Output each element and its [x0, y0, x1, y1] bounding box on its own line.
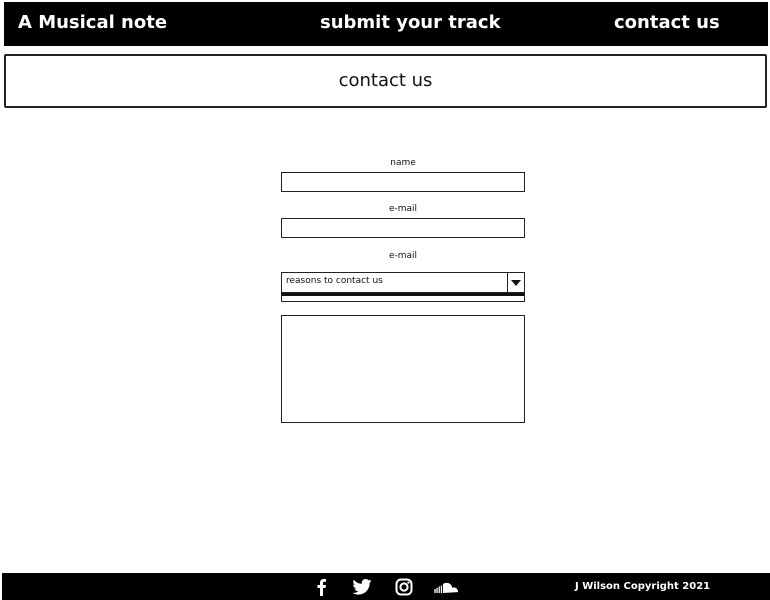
- email-field[interactable]: [281, 218, 525, 238]
- top-navigation-bar: A Musical note submit your track contact…: [4, 2, 768, 46]
- chevron-down-icon: [511, 279, 521, 286]
- email-label: e-mail: [388, 204, 418, 214]
- instagram-icon[interactable]: [394, 577, 414, 597]
- name-label: name: [390, 158, 416, 168]
- select-dropdown-list: [281, 293, 525, 302]
- soundcloud-icon[interactable]: [433, 577, 461, 597]
- name-field[interactable]: [281, 172, 525, 192]
- select-dropdown-button[interactable]: [507, 273, 524, 292]
- page-title-banner: contact us: [4, 54, 767, 108]
- copyright-text: J Wilson Copyright 2021: [575, 581, 711, 592]
- select-current-value: reasons to contact us: [286, 276, 383, 286]
- facebook-icon[interactable]: [312, 577, 330, 597]
- contact-reason-select[interactable]: reasons to contact us: [281, 272, 525, 293]
- message-textarea[interactable]: [281, 315, 525, 423]
- twitter-icon[interactable]: [351, 577, 373, 597]
- brand-link[interactable]: A Musical note: [18, 12, 167, 33]
- nav-link-submit-track[interactable]: submit your track: [320, 12, 501, 33]
- reason-label: e-mail: [388, 251, 418, 261]
- page-title: contact us: [338, 70, 433, 91]
- nav-link-contact-us[interactable]: contact us: [614, 12, 720, 33]
- footer: J Wilson Copyright 2021: [2, 573, 770, 600]
